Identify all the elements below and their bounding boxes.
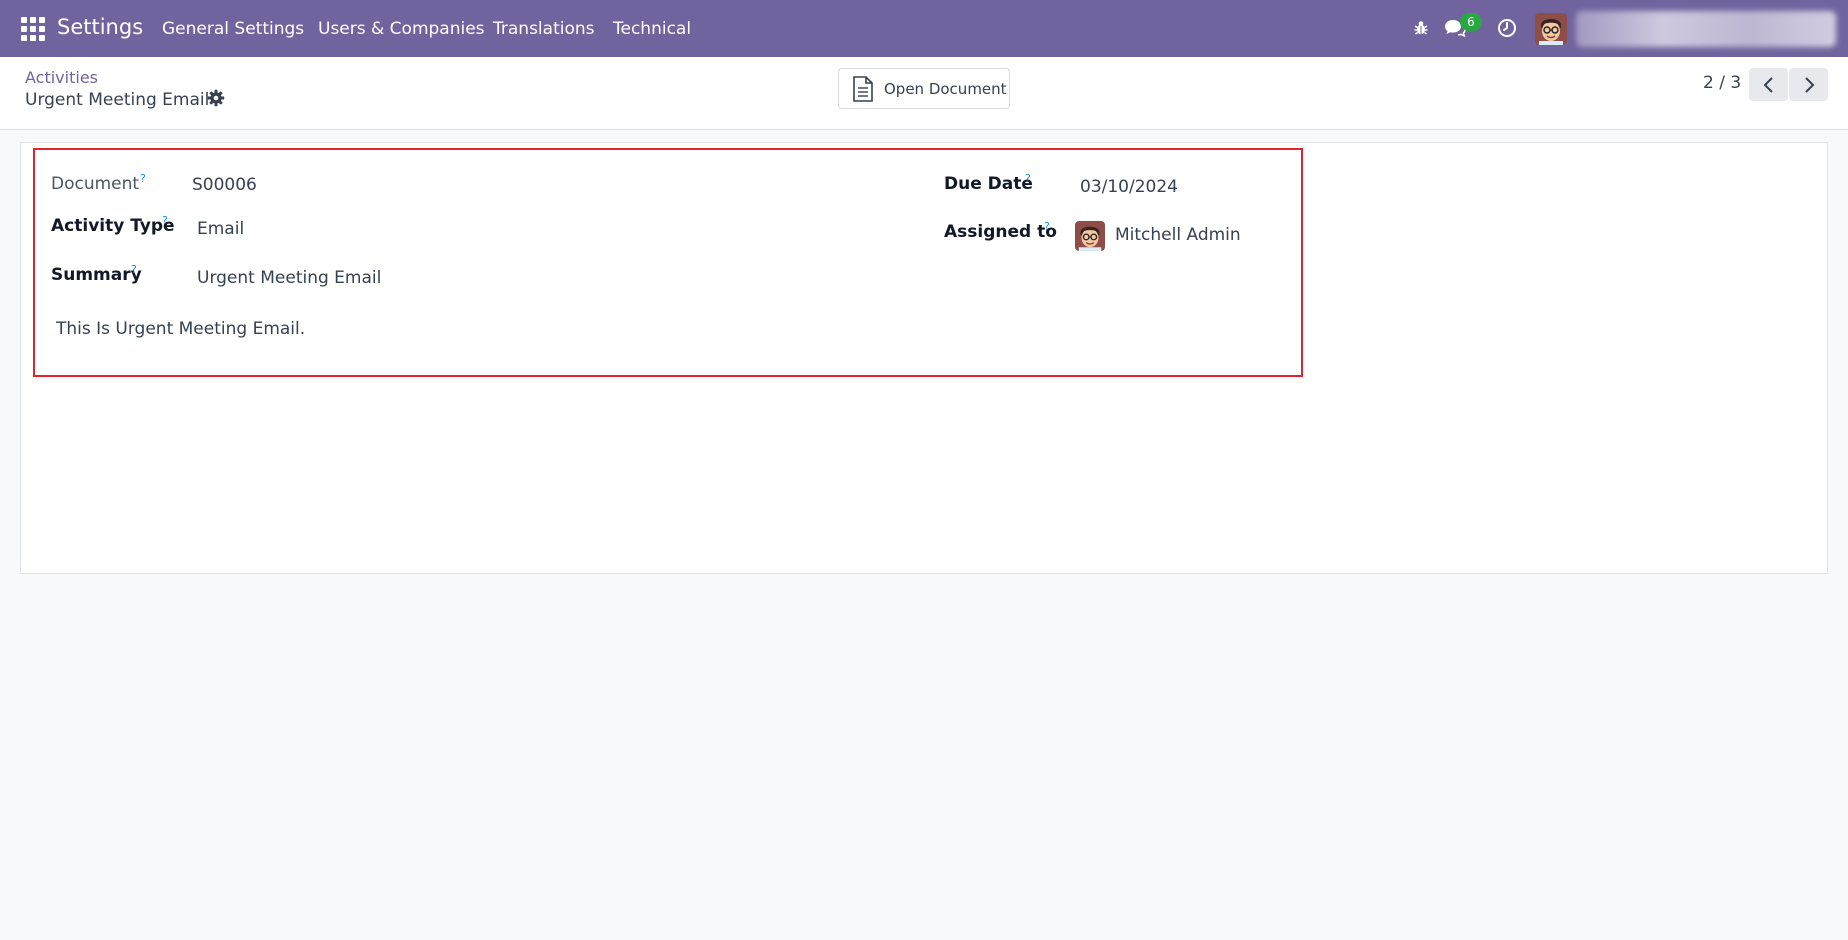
due-date-label: Due Date — [944, 174, 1033, 194]
pager-next-button[interactable] — [1789, 68, 1828, 101]
open-document-button[interactable]: Open Document — [838, 68, 1010, 109]
apps-menu-icon[interactable] — [21, 17, 45, 41]
user-menu[interactable] — [1576, 11, 1836, 47]
document-label: Document — [51, 174, 140, 194]
debug-bug-icon[interactable] — [1409, 15, 1433, 41]
pager-previous-button[interactable] — [1749, 68, 1788, 101]
summary-value[interactable]: Urgent Meeting Email — [197, 268, 381, 288]
assignee-avatar — [1075, 221, 1105, 251]
gear-icon[interactable] — [207, 89, 227, 109]
messages-count-badge: 6 — [1460, 13, 1482, 31]
document-icon — [852, 75, 874, 102]
chevron-left-icon — [1763, 76, 1773, 93]
record-title: Urgent Meeting Email — [25, 90, 210, 110]
document-help-icon[interactable]: ? — [140, 172, 146, 185]
activity-type-value[interactable]: Email — [197, 219, 244, 239]
document-value[interactable]: S00006 — [192, 175, 257, 195]
activity-type-help-icon[interactable]: ? — [162, 214, 168, 227]
summary-help-icon[interactable]: ? — [131, 263, 137, 276]
menu-translations[interactable]: Translations — [493, 19, 595, 39]
summary-label: Summary — [51, 265, 142, 285]
breadcrumb-activities[interactable]: Activities — [25, 68, 98, 87]
chevron-right-icon — [1804, 76, 1814, 93]
top-navbar: Settings General Settings Users & Compan… — [0, 0, 1848, 57]
assigned-to-value[interactable]: Mitchell Admin — [1115, 225, 1241, 245]
menu-technical[interactable]: Technical — [613, 19, 691, 39]
due-date-value[interactable]: 03/10/2024 — [1080, 177, 1178, 197]
activity-clock-icon[interactable] — [1495, 15, 1519, 41]
menu-users-companies[interactable]: Users & Companies — [318, 19, 485, 39]
menu-general-settings[interactable]: General Settings — [162, 19, 304, 39]
user-avatar[interactable] — [1535, 13, 1567, 45]
assigned-to-help-icon[interactable]: ? — [1044, 220, 1050, 233]
open-document-label: Open Document — [884, 79, 1007, 98]
activity-type-label: Activity Type — [51, 216, 175, 236]
due-date-help-icon[interactable]: ? — [1025, 172, 1031, 185]
assigned-to-label: Assigned to — [944, 222, 1057, 242]
pager-value[interactable]: 2 / 3 — [1703, 73, 1741, 93]
control-panel: Activities Urgent Meeting Email Open Doc… — [0, 57, 1848, 130]
app-brand[interactable]: Settings — [57, 15, 143, 39]
activity-note[interactable]: This Is Urgent Meeting Email. — [56, 319, 305, 339]
